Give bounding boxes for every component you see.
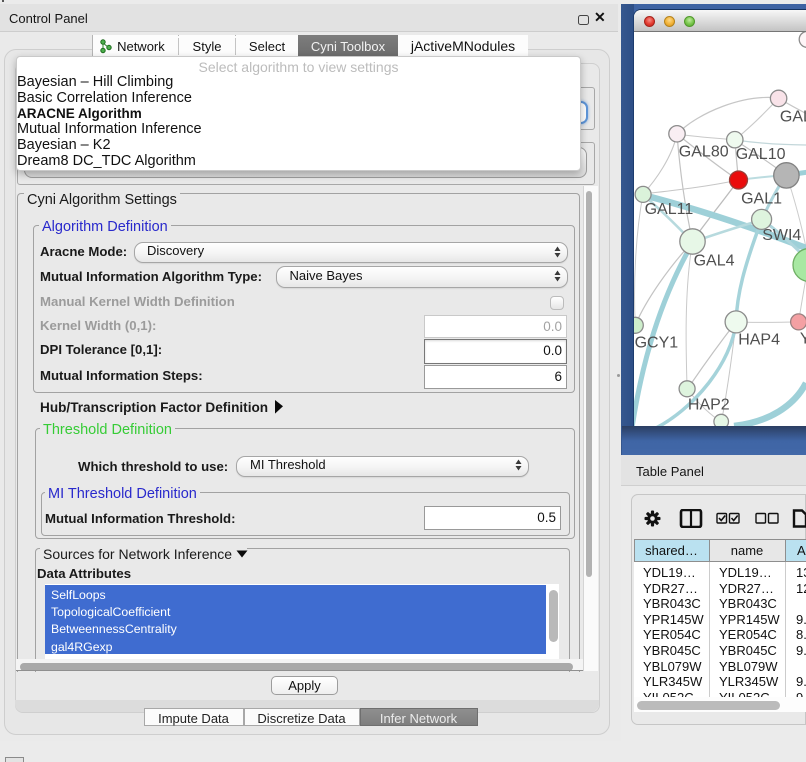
svg-text:GAL80: GAL80 <box>679 143 729 160</box>
svg-text:HAP4: HAP4 <box>738 332 780 349</box>
svg-text:GAL11: GAL11 <box>645 201 694 218</box>
svg-text:SWI4: SWI4 <box>762 227 801 244</box>
svg-text:HAP2: HAP2 <box>688 396 730 413</box>
svg-text:GAL1: GAL1 <box>741 191 782 208</box>
svg-text:GCY1: GCY1 <box>635 334 679 351</box>
svg-text:GAL10: GAL10 <box>736 146 786 163</box>
svg-text:GAL4: GAL4 <box>694 252 735 269</box>
svg-text:YM: YM <box>800 330 806 347</box>
svg-text:GAL7: GAL7 <box>780 109 806 126</box>
